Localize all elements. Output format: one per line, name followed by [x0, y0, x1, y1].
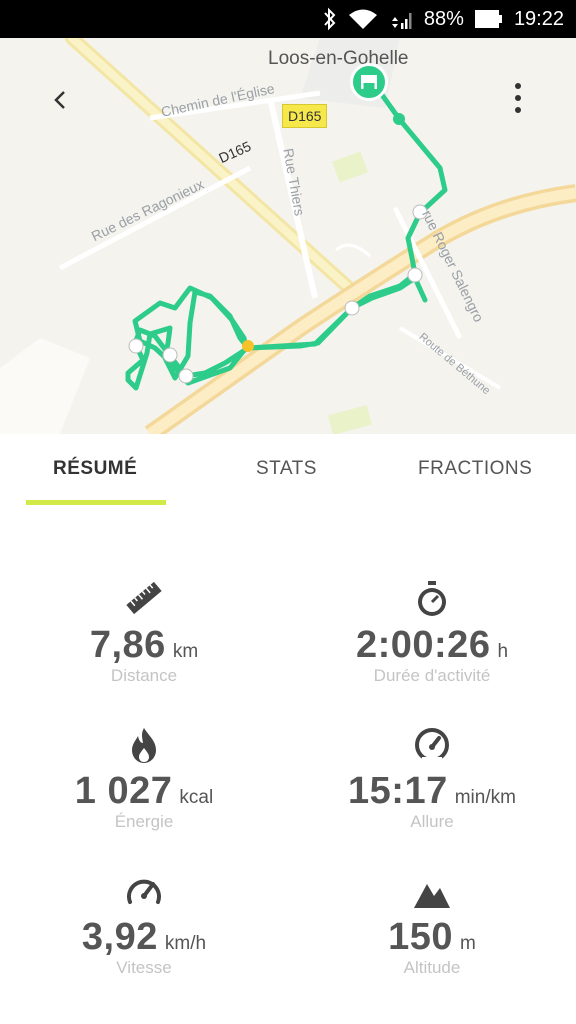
tab-bar: RÉSUMÉ STATS FRACTIONS [0, 434, 576, 506]
energy-unit: kcal [179, 787, 214, 808]
km-marker [344, 300, 360, 316]
clock: 19:22 [513, 7, 564, 30]
km-marker [178, 368, 194, 384]
more-vertical-icon [515, 83, 521, 113]
pace-unit: min/km [454, 787, 516, 808]
speedometer-icon [288, 724, 576, 764]
duration-unit: h [497, 641, 509, 662]
km-marker [407, 267, 423, 283]
altitude-unit: m [460, 933, 476, 954]
ruler-icon [0, 578, 288, 618]
pace-value: 15:17 [348, 770, 448, 812]
battery-icon [474, 7, 504, 31]
stat-distance: 7,86 km Distance [0, 578, 288, 686]
pace-label: Allure [410, 812, 454, 831]
stat-altitude: 150 m Altitude [288, 870, 576, 978]
tab-fractions[interactable]: FRACTIONS [418, 458, 532, 480]
route-map[interactable]: Loos-en-Gohelle D165 Chemin de l'Église … [0, 38, 576, 434]
distance-label: Distance [110, 666, 178, 685]
speed-label: Vitesse [116, 958, 172, 977]
duration-value: 2:00:26 [355, 624, 491, 666]
energy-value: 1 027 [74, 770, 173, 812]
mountain-icon [288, 870, 576, 910]
duration-label: Durée d'activité [373, 666, 491, 685]
tab-stats[interactable]: STATS [256, 458, 317, 480]
stat-speed: 3,92 km/h Vitesse [0, 870, 288, 978]
town-label: Loos-en-Gohelle [268, 48, 409, 69]
route-point-marker [393, 113, 405, 125]
distance-unit: km [172, 641, 199, 662]
wifi-icon [348, 7, 378, 31]
stopwatch-icon [288, 578, 576, 618]
speed-unit: km/h [164, 933, 207, 954]
gauge-icon [0, 870, 288, 910]
distance-value: 7,86 [89, 624, 166, 666]
bluetooth-icon [322, 7, 338, 31]
cell-signal-icon [388, 7, 414, 31]
road-badge-d165: D165 [282, 104, 328, 128]
km-marker [162, 347, 178, 363]
start-marker [242, 340, 254, 352]
stat-energy: 1 027 kcal Énergie [0, 724, 288, 832]
chevron-left-icon [54, 91, 65, 109]
back-button[interactable] [40, 80, 80, 120]
battery-percent: 88% [423, 7, 464, 30]
stat-duration: 2:00:26 h Durée d'activité [288, 578, 576, 686]
altitude-label: Altitude [403, 958, 461, 977]
speed-value: 3,92 [81, 916, 158, 958]
overflow-menu-button[interactable] [498, 78, 538, 118]
flame-icon [0, 724, 288, 764]
active-tab-indicator [26, 500, 166, 505]
altitude-value: 150 [388, 916, 454, 958]
energy-label: Énergie [114, 812, 174, 831]
finish-flag-marker [350, 63, 388, 101]
km-marker [128, 338, 144, 354]
tab-resume[interactable]: RÉSUMÉ [53, 458, 137, 480]
map-canvas [0, 38, 576, 434]
stat-pace: 15:17 min/km Allure [288, 724, 576, 832]
status-bar: 88% 19:22 [0, 0, 576, 38]
